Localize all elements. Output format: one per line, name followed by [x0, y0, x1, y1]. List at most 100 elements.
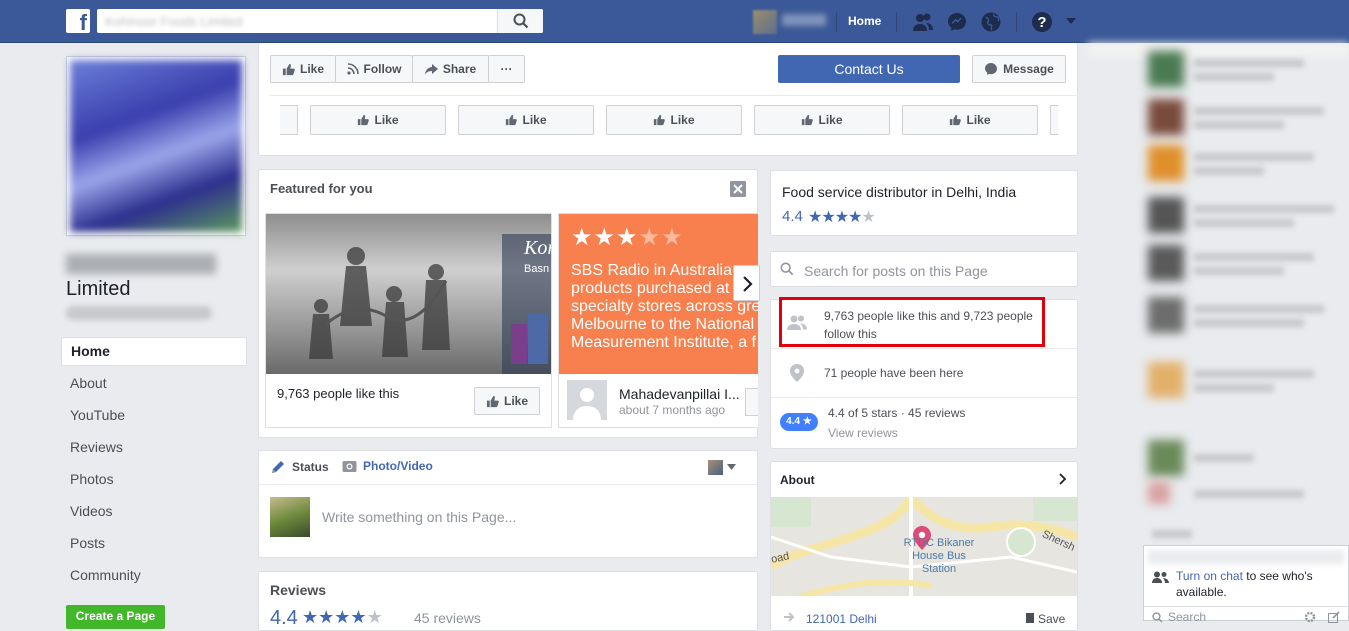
review-like-button-partial[interactable] [745, 388, 758, 416]
status-tab[interactable]: Status [270, 459, 329, 475]
dropdown-caret-icon[interactable] [1064, 14, 1078, 28]
search-query: Kohinoor Foods Limited [105, 14, 243, 29]
search-button[interactable] [497, 9, 543, 33]
sidebar-item-redacted[interactable] [1148, 482, 1338, 518]
thumbs-up-icon [486, 395, 499, 407]
reviewer-avatar[interactable] [567, 380, 607, 420]
featured-page-card[interactable]: Kor Basn 9,763 people like this Like [265, 213, 552, 428]
turn-on-chat-link[interactable]: Turn on chat [1176, 569, 1243, 583]
like-label: Like [503, 394, 528, 408]
user-avatar[interactable] [270, 497, 310, 537]
close-icon[interactable] [730, 181, 746, 197]
side-nav-posts[interactable]: Posts [61, 529, 247, 561]
reviews-count[interactable]: 45 reviews [414, 610, 481, 626]
contact-us-button[interactable]: Contact Us [778, 55, 960, 83]
suggested-like-button[interactable]: Like [606, 105, 742, 135]
side-nav-photos[interactable]: Photos [61, 465, 247, 497]
gear-icon[interactable] [1304, 611, 1316, 623]
photo-video-label: Photo/Video [363, 459, 433, 473]
featured-like-button[interactable]: Like [474, 387, 540, 415]
page-name-redacted [66, 254, 216, 274]
user-name[interactable] [782, 14, 826, 26]
globe-icon[interactable] [980, 11, 1002, 33]
profile-picture[interactable] [66, 56, 246, 236]
side-nav-community[interactable]: Community [61, 561, 247, 593]
suggested-like-button[interactable]: Like [902, 105, 1038, 135]
sidebar-item-redacted[interactable] [1148, 362, 1338, 398]
chat-search-placeholder: Search [1168, 610, 1207, 624]
about-title[interactable]: About [780, 473, 815, 487]
suggested-like-button[interactable]: Like [310, 105, 446, 135]
thumbs-up-icon [282, 63, 295, 75]
composer-input[interactable]: Write something on this Page... [322, 509, 516, 525]
suggested-like-button[interactable]: Like [754, 105, 890, 135]
post-as-selector[interactable] [708, 459, 738, 475]
side-nav-home[interactable]: Home [61, 337, 247, 366]
sidebar-item-redacted[interactable] [1148, 99, 1338, 135]
suggested-like-button[interactable]: Like [458, 105, 594, 135]
reviewer-name[interactable]: Mahadevanpillai I... [619, 386, 740, 402]
divider [771, 397, 1077, 398]
thumbs-up-icon [802, 114, 814, 126]
create-page-button[interactable]: Create a Page [66, 605, 165, 629]
side-nav-youtube[interactable]: YouTube [61, 401, 247, 433]
star-icon: ★ [366, 607, 383, 627]
page-username-redacted[interactable] [66, 306, 212, 320]
like-label: Like [299, 62, 324, 76]
side-nav-about[interactable]: About [61, 369, 247, 401]
chat-search-bar[interactable]: Search [1144, 606, 1349, 624]
star-icon: ★ [861, 209, 875, 226]
star-icon: ★ [593, 224, 617, 251]
message-button[interactable]: Message [972, 55, 1066, 83]
like-page-button[interactable]: Like [270, 55, 336, 83]
help-icon[interactable]: ? [1031, 11, 1053, 33]
like-label: Like [522, 113, 547, 127]
share-button[interactable]: Share [412, 55, 489, 83]
likes-follows-text[interactable]: 9,763 people like this and 9,723 people … [824, 307, 1046, 343]
like-strip-partial [280, 105, 298, 135]
page-side-navigation: Home About YouTube Reviews Photos Videos… [61, 337, 247, 593]
pencil-icon [272, 461, 284, 473]
like-label: Like [670, 113, 695, 127]
facebook-logo[interactable]: f [66, 9, 90, 35]
sidebar-item-redacted[interactable] [1148, 197, 1338, 233]
post-composer [258, 450, 758, 558]
follow-label: Follow [363, 62, 402, 76]
new-message-icon[interactable] [1328, 611, 1340, 623]
home-link[interactable]: Home [848, 14, 881, 28]
follow-button[interactable]: Follow [335, 55, 413, 83]
divider [1016, 12, 1017, 32]
map-place-label: RTDC Bikaner House Bus Station [903, 537, 975, 575]
save-button[interactable]: Save [1038, 612, 1065, 626]
messenger-icon[interactable] [946, 11, 968, 33]
thumbs-up-icon [506, 114, 518, 126]
friend-requests-icon[interactable] [912, 11, 934, 33]
top-navigation-bar: f Kohinoor Foods Limited Home ? [0, 0, 1349, 43]
photo-video-tab[interactable]: Photo/Video [342, 459, 433, 473]
featured-review-card[interactable]: ★★★★★ SBS Radio in Australia products pu… [558, 213, 758, 428]
sidebar-item-redacted[interactable] [1148, 245, 1338, 281]
rating-summary: 4.4 of 5 stars · 45 reviews [828, 406, 966, 420]
sidebar-item-redacted[interactable] [1148, 51, 1338, 87]
sidebar-item-redacted[interactable] [1148, 440, 1338, 476]
search-input[interactable]: Kohinoor Foods Limited [97, 9, 543, 33]
sidebar-item-redacted[interactable] [1148, 145, 1338, 181]
carousel-next-button[interactable] [733, 265, 760, 301]
side-nav-reviews[interactable]: Reviews [61, 433, 247, 465]
view-reviews-link[interactable]: View reviews [828, 426, 898, 440]
featured-likes-count: 9,763 people like this [277, 386, 400, 401]
chevron-right-icon[interactable] [1058, 473, 1068, 485]
reviews-rating: 4.4 [270, 607, 298, 629]
sidebar-item-redacted[interactable] [1148, 297, 1338, 333]
location-map[interactable]: RTDC Bikaner House Bus Station oad Shers… [771, 497, 1077, 596]
user-avatar[interactable] [753, 10, 777, 34]
profile-image-blurred [70, 60, 242, 232]
more-dots-icon: ··· [500, 62, 513, 76]
more-options-button[interactable]: ··· [488, 55, 525, 83]
checkins-text[interactable]: 71 people have been here [824, 366, 963, 380]
address-link[interactable]: 121001 Delhi [806, 612, 877, 626]
page-name[interactable]: Limited [66, 278, 130, 301]
divider [270, 95, 1078, 96]
people-icon [1152, 571, 1169, 583]
side-nav-videos[interactable]: Videos [61, 497, 247, 529]
